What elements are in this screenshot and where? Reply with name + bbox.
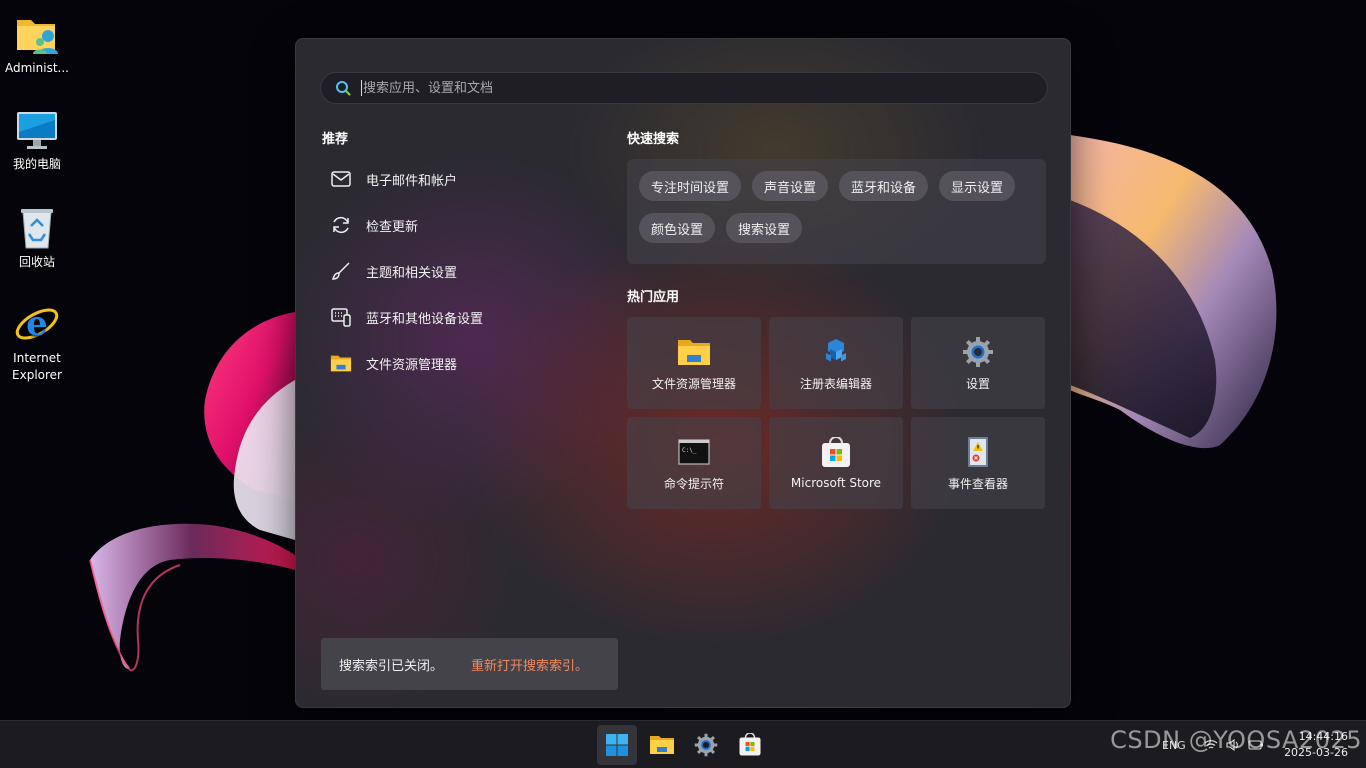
settings-gear-icon: [694, 733, 718, 757]
computer-icon: [17, 112, 57, 149]
app-tile-label: 注册表编辑器: [799, 376, 872, 391]
search-index-notice: 搜索索引已关闭。 重新打开搜索索引。: [321, 638, 618, 690]
app-tile-label: 命令提示符: [663, 476, 724, 491]
search-icon: [336, 81, 351, 96]
svg-text:e: e: [26, 304, 48, 344]
mail-icon: [330, 168, 352, 190]
top-apps-grid: 文件资源管理器 注册表编辑器 设置 C:\_ 命令提示符 Microsoft S…: [627, 317, 1046, 509]
folder-icon: [330, 352, 352, 374]
app-tile-registry-editor[interactable]: 注册表编辑器: [769, 317, 903, 409]
quick-search-chip[interactable]: 显示设置: [939, 171, 1016, 201]
desktop-icon-my-computer[interactable]: 我的电脑: [0, 106, 74, 173]
recommended-list: 电子邮件和帐户 检查更新 主题和相关设置 蓝牙和其他设备设置 文件资源管理器: [322, 156, 592, 386]
recommended-title: 推荐: [322, 132, 349, 147]
recycle-bin-icon: [21, 209, 53, 249]
recommended-item-label: 主题和相关设置: [366, 265, 458, 281]
keyboard-device-icon: [330, 306, 352, 328]
app-tile-label: 文件资源管理器: [651, 376, 736, 391]
quick-search-chip[interactable]: 声音设置: [752, 171, 829, 201]
app-tile-label: Microsoft Store: [790, 476, 882, 490]
recommended-item-file-explorer[interactable]: 文件资源管理器: [322, 340, 592, 386]
quick-search-chip[interactable]: 蓝牙和设备: [839, 171, 929, 201]
quick-search-chip[interactable]: 搜索设置: [726, 213, 803, 243]
quick-search-chip[interactable]: 专注时间设置: [639, 171, 742, 201]
app-tile-microsoft-store[interactable]: Microsoft Store: [769, 417, 903, 509]
settings-gear-icon: [961, 335, 995, 369]
desktop-icon-label: 我的电脑: [12, 157, 61, 171]
recommended-item-label: 文件资源管理器: [366, 357, 458, 373]
desktop-icon-recycle-bin[interactable]: 回收站: [0, 204, 74, 271]
taskbar-settings-button[interactable]: [686, 725, 726, 765]
top-apps-title: 热门应用: [627, 290, 680, 305]
taskbar-store-button[interactable]: [730, 725, 770, 765]
taskbar-file-explorer-button[interactable]: [642, 725, 682, 765]
terminal-icon: C:\_: [677, 435, 711, 469]
desktop-icon-administrator[interactable]: Administ...: [0, 10, 74, 77]
quick-search-title: 快速搜索: [627, 132, 680, 147]
app-tile-label: 事件查看器: [947, 476, 1008, 491]
app-tile-label: 设置: [965, 376, 990, 391]
app-tile-event-viewer[interactable]: 事件查看器: [911, 417, 1045, 509]
quick-search-box: 专注时间设置 声音设置 蓝牙和设备 显示设置 颜色设置 搜索设置: [627, 159, 1046, 264]
search-bar[interactable]: [320, 72, 1048, 104]
folder-icon: [650, 736, 674, 754]
desktop-icon-label: Internet Explorer: [12, 351, 62, 382]
user-folder-icon: [17, 20, 58, 54]
brush-icon: [330, 260, 352, 282]
watermark: CSDN @YOOSA2025: [1110, 726, 1362, 754]
search-index-message: 搜索索引已关闭。: [339, 658, 444, 674]
registry-icon: [819, 335, 853, 369]
refresh-icon: [330, 214, 352, 236]
recommended-item-label: 电子邮件和帐户: [366, 173, 458, 189]
reopen-search-index-link[interactable]: 重新打开搜索索引。: [471, 655, 588, 674]
folder-icon: [677, 335, 711, 369]
app-tile-file-explorer[interactable]: 文件资源管理器: [627, 317, 761, 409]
desktop-icon-label: Administ...: [5, 61, 69, 75]
taskbar-start-button[interactable]: [597, 725, 637, 765]
recommended-item-label: 检查更新: [366, 219, 419, 235]
search-input[interactable]: [361, 80, 1047, 96]
desktop-icon-label: 回收站: [18, 255, 55, 269]
internet-explorer-icon: e: [15, 304, 59, 344]
quick-search-chip[interactable]: 颜色设置: [639, 213, 716, 243]
recommended-item-theme-settings[interactable]: 主题和相关设置: [322, 248, 592, 294]
app-tile-command-prompt[interactable]: C:\_ 命令提示符: [627, 417, 761, 509]
app-tile-settings[interactable]: 设置: [911, 317, 1045, 409]
store-icon: [819, 436, 853, 470]
recommended-item-bluetooth-devices[interactable]: 蓝牙和其他设备设置: [322, 294, 592, 340]
search-panel: 推荐 电子邮件和帐户 检查更新 主题和相关设置 蓝牙和其他设备设置: [295, 38, 1071, 708]
store-icon: [739, 733, 761, 756]
recommended-item-email-accounts[interactable]: 电子邮件和帐户: [322, 156, 592, 202]
recommended-item-label: 蓝牙和其他设备设置: [366, 311, 484, 327]
event-viewer-icon: [961, 435, 995, 469]
desktop-icon-internet-explorer[interactable]: e Internet Explorer: [0, 300, 74, 384]
start-icon: [606, 734, 628, 756]
svg-text:C:\_: C:\_: [682, 447, 697, 454]
recommended-item-check-updates[interactable]: 检查更新: [322, 202, 592, 248]
